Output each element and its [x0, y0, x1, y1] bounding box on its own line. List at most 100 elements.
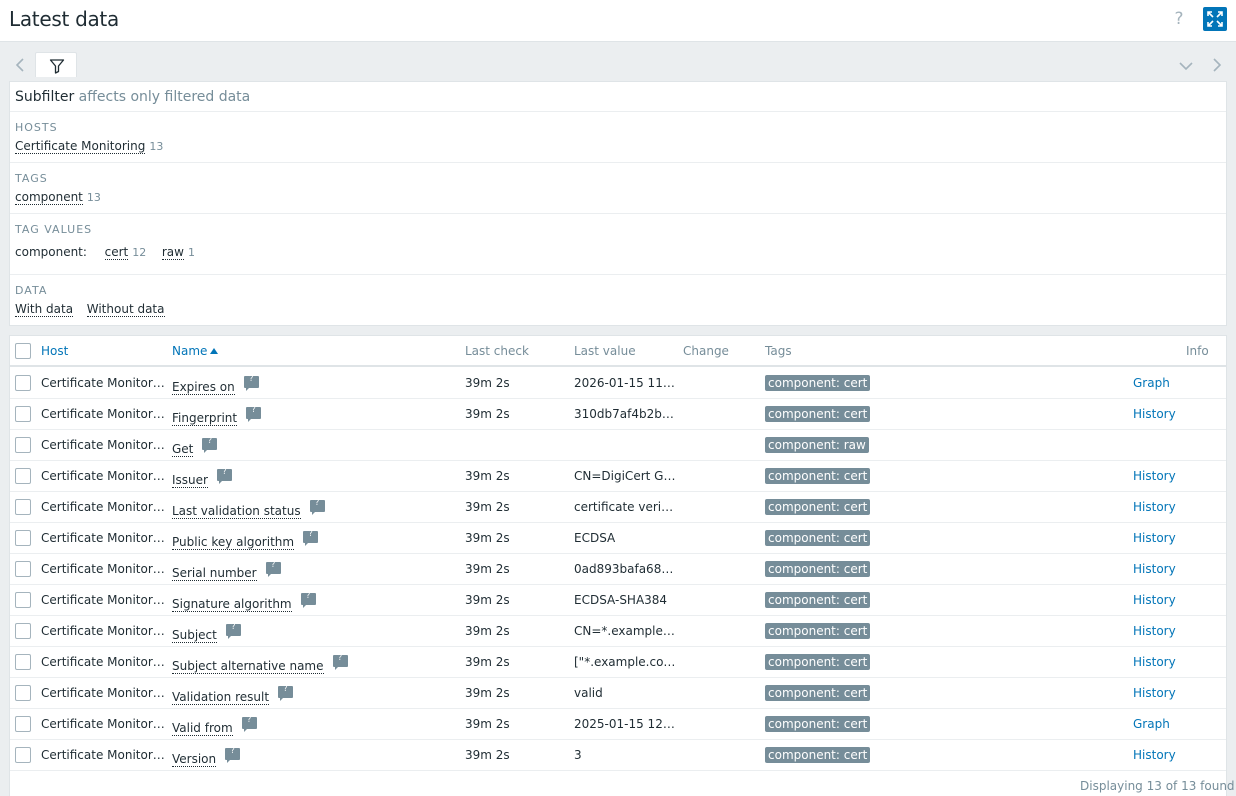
- tag-badge[interactable]: component: cert: [765, 592, 871, 608]
- tag-badge[interactable]: component: cert: [765, 468, 871, 484]
- history-link[interactable]: History: [1133, 531, 1176, 545]
- history-link[interactable]: History: [1133, 562, 1176, 576]
- row-checkbox[interactable]: [15, 437, 31, 453]
- item-name-link[interactable]: Version: [172, 752, 217, 767]
- name-cell: Subject?: [172, 622, 462, 643]
- subfilter-tag-item: component 13: [15, 190, 101, 205]
- history-link[interactable]: History: [1133, 593, 1176, 607]
- with-data-link[interactable]: With data: [15, 302, 74, 317]
- tag-badge[interactable]: component: cert: [765, 406, 871, 422]
- row-checkbox[interactable]: [15, 716, 31, 732]
- tag-badge[interactable]: component: cert: [765, 685, 871, 701]
- hint-icon[interactable]: ?: [278, 684, 294, 701]
- item-name-link[interactable]: Public key algorithm: [172, 535, 295, 550]
- hint-icon[interactable]: ?: [225, 622, 241, 639]
- subfilter-tag-link[interactable]: component: [15, 190, 83, 205]
- row-checkbox[interactable]: [15, 561, 31, 577]
- row-checkbox[interactable]: [15, 747, 31, 763]
- host-link[interactable]: Certificate Monitoring: [41, 624, 166, 638]
- host-link[interactable]: Certificate Monitoring: [41, 686, 166, 700]
- host-cell: Certificate Monitoring: [41, 438, 166, 452]
- tag-badge[interactable]: component: cert: [765, 747, 871, 763]
- host-link[interactable]: Certificate Monitoring: [41, 407, 166, 421]
- tag-badge[interactable]: component: cert: [765, 375, 871, 391]
- history-link[interactable]: History: [1133, 748, 1176, 762]
- item-name-link[interactable]: Fingerprint: [172, 411, 238, 426]
- tag-badge[interactable]: component: cert: [765, 499, 871, 515]
- column-name[interactable]: Name: [172, 344, 219, 358]
- item-name-link[interactable]: Signature algorithm: [172, 597, 292, 612]
- tag-badge[interactable]: component: raw: [765, 437, 869, 453]
- hint-icon[interactable]: ?: [265, 560, 281, 577]
- chevron-left-icon[interactable]: [11, 55, 31, 75]
- item-name-link[interactable]: Issuer: [172, 473, 208, 488]
- graph-link[interactable]: Graph: [1133, 717, 1170, 731]
- row-checkbox[interactable]: [15, 406, 31, 422]
- host-link[interactable]: Certificate Monitoring: [41, 593, 166, 607]
- tag-badge[interactable]: component: cert: [765, 654, 871, 670]
- history-link[interactable]: History: [1133, 500, 1176, 514]
- without-data-link[interactable]: Without data: [86, 302, 165, 317]
- hint-icon[interactable]: ?: [303, 529, 319, 546]
- tag-badge[interactable]: component: cert: [765, 561, 871, 577]
- subfilter-host-link[interactable]: Certificate Monitoring: [15, 139, 146, 154]
- host-link[interactable]: Certificate Monitoring: [41, 500, 166, 514]
- history-link[interactable]: History: [1133, 407, 1176, 421]
- host-link[interactable]: Certificate Monitoring: [41, 655, 166, 669]
- host-link[interactable]: Certificate Monitoring: [41, 531, 166, 545]
- graph-link[interactable]: Graph: [1133, 376, 1170, 390]
- item-name-link[interactable]: Subject alternative name: [172, 659, 324, 674]
- item-name-link[interactable]: Subject: [172, 628, 217, 643]
- history-link[interactable]: History: [1133, 624, 1176, 638]
- row-checkbox[interactable]: [15, 375, 31, 391]
- subfilter-tag-value-count: 12: [132, 246, 147, 259]
- tag-badge[interactable]: component: cert: [765, 716, 871, 732]
- column-host[interactable]: Host: [41, 344, 68, 358]
- hint-icon[interactable]: ?: [216, 467, 232, 484]
- chevron-down-icon[interactable]: [1176, 55, 1196, 75]
- subfilter-tag-value-link[interactable]: cert: [104, 245, 129, 260]
- select-all-checkbox[interactable]: [15, 343, 31, 359]
- history-link[interactable]: History: [1133, 655, 1176, 669]
- hint-icon[interactable]: ?: [202, 436, 218, 453]
- table-row: Certificate Monitoring Serial number? 39m …: [10, 554, 1226, 585]
- item-name-link[interactable]: Validation result: [172, 690, 270, 705]
- row-checkbox[interactable]: [15, 654, 31, 670]
- row-checkbox[interactable]: [15, 499, 31, 515]
- row-checkbox[interactable]: [15, 592, 31, 608]
- hint-icon[interactable]: ?: [241, 715, 257, 732]
- filter-tab[interactable]: [35, 52, 77, 77]
- item-name-link[interactable]: Get: [172, 442, 194, 457]
- host-link[interactable]: Certificate Monitoring: [41, 562, 166, 576]
- fullscreen-button[interactable]: [1203, 7, 1227, 31]
- hint-icon[interactable]: ?: [246, 405, 262, 422]
- history-link[interactable]: History: [1133, 686, 1176, 700]
- host-link[interactable]: Certificate Monitoring: [41, 376, 166, 390]
- row-checkbox[interactable]: [15, 530, 31, 546]
- page-title: Latest data: [9, 7, 119, 31]
- item-name-link[interactable]: Valid from: [172, 721, 233, 736]
- row-checkbox[interactable]: [15, 685, 31, 701]
- row-checkbox[interactable]: [15, 623, 31, 639]
- history-link[interactable]: History: [1133, 469, 1176, 483]
- item-name-link[interactable]: Last validation status: [172, 504, 301, 519]
- item-name-link[interactable]: Serial number: [172, 566, 257, 581]
- host-link[interactable]: Certificate Monitoring: [41, 717, 166, 731]
- hint-icon[interactable]: ?: [309, 498, 325, 515]
- host-link[interactable]: Certificate Monitoring: [41, 748, 166, 762]
- item-name-link[interactable]: Expires on: [172, 380, 235, 395]
- subfilter-tag-values-heading: TAG VALUES: [15, 223, 93, 236]
- host-link[interactable]: Certificate Monitoring: [41, 438, 166, 452]
- hint-icon[interactable]: ?: [300, 591, 316, 608]
- host-link[interactable]: Certificate Monitoring: [41, 469, 166, 483]
- row-checkbox[interactable]: [15, 468, 31, 484]
- hint-icon[interactable]: ?: [243, 374, 259, 391]
- help-icon[interactable]: ?: [1170, 8, 1188, 30]
- chevron-right-icon[interactable]: [1206, 55, 1226, 75]
- hint-icon[interactable]: ?: [332, 653, 348, 670]
- subfilter-tag-value-link[interactable]: raw: [161, 245, 184, 260]
- table-row: Certificate Monitoring Expires on? 39m 2s 2…: [10, 368, 1226, 399]
- tag-badge[interactable]: component: cert: [765, 623, 871, 639]
- hint-icon[interactable]: ?: [225, 746, 241, 763]
- tag-badge[interactable]: component: cert: [765, 530, 871, 546]
